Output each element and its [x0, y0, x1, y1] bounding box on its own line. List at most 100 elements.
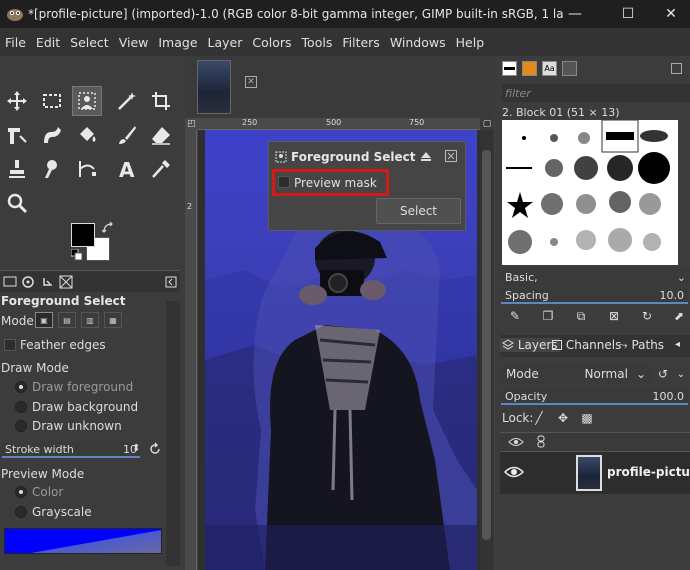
- rect-select-tool-icon[interactable]: [37, 86, 67, 116]
- text-tool-icon[interactable]: A: [112, 154, 142, 184]
- reset-mode-icon[interactable]: ↺: [656, 367, 670, 381]
- preview-mask-checkbox[interactable]: [278, 176, 290, 188]
- brush-tag-select[interactable]: Basic, ⌄: [502, 268, 690, 286]
- image-tab-bar: ✕: [185, 56, 495, 118]
- quick-mask-icon[interactable]: ◰: [185, 118, 198, 130]
- dock-configure-icon[interactable]: [671, 63, 682, 74]
- select-button[interactable]: Select: [376, 198, 461, 224]
- clone-tool-icon[interactable]: [2, 154, 32, 184]
- paths-icon: ⤳: [618, 338, 628, 352]
- close-dialog-icon[interactable]: [445, 150, 457, 165]
- color-picker-tool-icon[interactable]: [146, 154, 176, 184]
- window-title: *[profile-picture] (imported)-1.0 (RGB c…: [28, 7, 563, 21]
- menu-file[interactable]: File: [0, 35, 31, 50]
- feather-edges-checkbox[interactable]: [4, 339, 16, 351]
- tab-layers[interactable]: Layers: [500, 338, 560, 352]
- menu-view[interactable]: View: [114, 35, 154, 50]
- lock-alpha-icon[interactable]: ▩: [580, 411, 594, 425]
- layer-row[interactable]: profile-picture.j: [500, 452, 690, 494]
- new-brush-icon[interactable]: ❐: [541, 309, 555, 323]
- close-image-tab-icon[interactable]: ✕: [245, 76, 257, 88]
- paintbrush-tool-icon[interactable]: [112, 120, 142, 150]
- swap-colors-icon[interactable]: [101, 221, 114, 237]
- minimize-button[interactable]: —: [552, 0, 598, 28]
- draw-unknown-radio[interactable]: [15, 420, 27, 432]
- patterns-tab-icon[interactable]: [522, 61, 537, 76]
- document-history-tab-icon[interactable]: [562, 61, 577, 76]
- move-tool-icon[interactable]: [2, 86, 32, 116]
- opacity-field[interactable]: Opacity 100.0: [501, 389, 688, 405]
- eraser-tool-icon[interactable]: [146, 120, 176, 150]
- brush-filter-input[interactable]: filter: [502, 84, 690, 102]
- tool-options-tab-icon[interactable]: [2, 274, 18, 290]
- eye-icon[interactable]: [503, 464, 525, 483]
- maximize-button[interactable]: ☐: [605, 0, 651, 28]
- unified-transform-tool-icon[interactable]: [2, 120, 32, 150]
- mode-replace-button[interactable]: ▣: [35, 312, 53, 328]
- open-brush-as-image-icon[interactable]: ⬈: [672, 309, 686, 323]
- stroke-width-spinner-icon[interactable]: ⬍: [132, 443, 140, 454]
- crop-tool-icon[interactable]: [146, 86, 176, 116]
- images-tab-icon[interactable]: [58, 274, 74, 290]
- mask-color-button[interactable]: [4, 528, 162, 554]
- toolbox-panel: A Foreground Select Mode: ▣ ▤ ▥ ▦ Feathe…: [0, 56, 185, 570]
- zoom-lock-icon[interactable]: ▢: [480, 118, 494, 130]
- warp-transform-tool-icon[interactable]: [37, 120, 67, 150]
- close-button[interactable]: ✕: [648, 0, 690, 28]
- layers-configure-icon[interactable]: ◂: [675, 339, 680, 350]
- tab-paths[interactable]: ⤳ Paths: [618, 338, 664, 353]
- undo-history-tab-icon[interactable]: [40, 274, 56, 290]
- fuzzy-select-tool-icon[interactable]: [112, 86, 142, 116]
- configure-tab-icon[interactable]: [163, 274, 179, 290]
- current-brush-name: 2. Block 01 (51 × 13): [502, 106, 620, 119]
- menu-layer[interactable]: Layer: [203, 35, 248, 50]
- mode-dropdown-icon[interactable]: ⌄: [674, 367, 688, 381]
- tool-options-scrollbar[interactable]: [166, 301, 180, 566]
- eject-icon[interactable]: [420, 150, 432, 165]
- menu-windows[interactable]: Windows: [385, 35, 451, 50]
- fonts-tab-icon[interactable]: Aa: [542, 61, 557, 76]
- draw-background-radio[interactable]: [15, 401, 27, 413]
- layer-mode-select[interactable]: Mode Normal ⌄: [502, 364, 650, 384]
- layer-mode-label: Mode: [506, 367, 539, 381]
- bucket-fill-tool-icon[interactable]: [72, 120, 102, 150]
- mode-add-button[interactable]: ▤: [58, 312, 76, 328]
- device-status-tab-icon[interactable]: [20, 274, 36, 290]
- paths-tool-icon[interactable]: [72, 154, 102, 184]
- draw-foreground-radio[interactable]: [15, 381, 27, 393]
- brush-grid[interactable]: [502, 119, 678, 265]
- refresh-brushes-icon[interactable]: ↻: [640, 309, 654, 323]
- smudge-tool-icon[interactable]: [37, 154, 67, 184]
- lock-position-icon[interactable]: ✥: [556, 411, 570, 425]
- brushes-tab-icon[interactable]: [502, 61, 517, 76]
- lock-pixels-icon[interactable]: ╱: [532, 411, 546, 425]
- duplicate-brush-icon[interactable]: ⧉: [574, 309, 588, 323]
- menu-help[interactable]: Help: [451, 35, 490, 50]
- mode-intersect-button[interactable]: ▦: [104, 312, 122, 328]
- menu-filters[interactable]: Filters: [337, 35, 384, 50]
- canvas-scroll-thumb[interactable]: [482, 150, 491, 540]
- image-thumbnail[interactable]: [197, 60, 231, 114]
- tab-channels[interactable]: Channels: [552, 338, 621, 352]
- reset-icon[interactable]: [148, 442, 162, 459]
- preview-grayscale-radio[interactable]: [15, 506, 27, 518]
- menu-image[interactable]: Image: [153, 35, 202, 50]
- tab-paths-label: Paths: [631, 338, 665, 352]
- preview-color-radio[interactable]: [15, 486, 27, 498]
- stroke-width-field[interactable]: Stroke width 10: [2, 442, 140, 458]
- menu-tools[interactable]: Tools: [297, 35, 338, 50]
- zoom-tool-icon[interactable]: [2, 188, 32, 218]
- foreground-select-tool-icon[interactable]: [72, 86, 102, 116]
- draw-mode-label: Draw Mode: [1, 361, 69, 375]
- spacing-field[interactable]: Spacing 10.0: [501, 288, 688, 304]
- menu-edit[interactable]: Edit: [31, 35, 65, 50]
- menu-colors[interactable]: Colors: [247, 35, 296, 50]
- edit-brush-icon[interactable]: ✎: [508, 309, 522, 323]
- foreground-color-swatch[interactable]: [71, 223, 95, 247]
- brush-grid-scrollbar[interactable]: [678, 120, 688, 265]
- layer-thumbnail: [576, 455, 602, 491]
- menu-select[interactable]: Select: [65, 35, 114, 50]
- mode-subtract-button[interactable]: ▥: [81, 312, 99, 328]
- default-colors-icon[interactable]: [70, 248, 83, 264]
- delete-brush-icon[interactable]: ⊠: [607, 309, 621, 323]
